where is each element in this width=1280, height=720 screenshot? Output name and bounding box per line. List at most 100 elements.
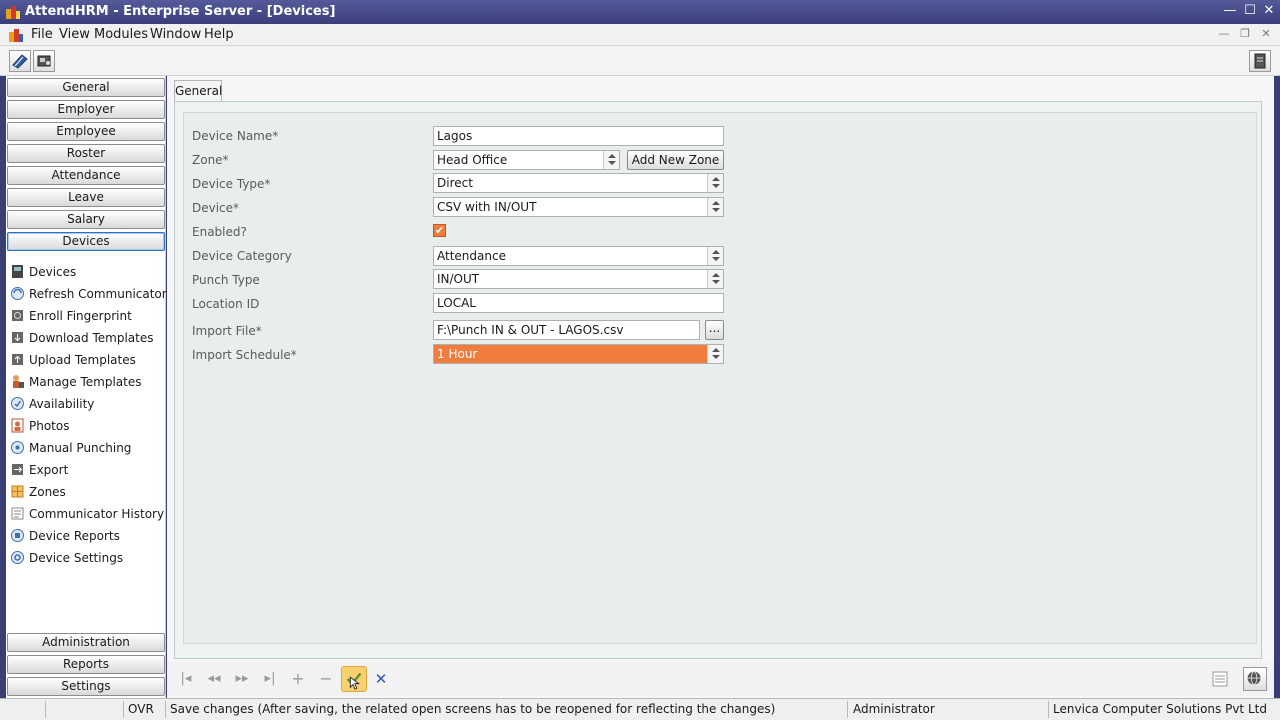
nav-attendance[interactable]: Attendance — [7, 166, 165, 185]
spin-icon[interactable] — [707, 345, 723, 363]
spin-icon[interactable] — [603, 151, 619, 169]
device-name-input[interactable]: Lagos — [433, 126, 724, 146]
mdi-close-icon[interactable]: ✕ — [1259, 27, 1273, 41]
browse-button[interactable]: ... — [705, 320, 724, 340]
left-navigation: General Employer Employee Roster Attenda… — [6, 76, 167, 698]
status-cell-empty-1 — [0, 701, 46, 718]
device-type-select[interactable]: Direct — [433, 173, 724, 193]
status-cell-empty-2 — [46, 701, 124, 718]
spin-icon[interactable] — [707, 247, 723, 265]
manage-templates-icon — [13, 375, 24, 388]
link-label: Photos — [29, 419, 70, 433]
link-devices[interactable]: Devices — [10, 262, 165, 282]
link-manage-templates[interactable]: Manage Templates — [10, 372, 165, 392]
link-zones[interactable]: Zones — [10, 482, 165, 502]
device-toolbar-icon[interactable] — [33, 50, 55, 72]
globe-icon[interactable] — [1243, 667, 1267, 691]
link-download-templates[interactable]: Download Templates — [10, 328, 165, 348]
import-file-input[interactable]: F:\Punch IN & OUT - LAGOS.csv — [433, 320, 700, 340]
spin-icon[interactable] — [707, 270, 723, 288]
menu-file[interactable]: File — [31, 27, 53, 42]
link-upload-templates[interactable]: Upload Templates — [10, 350, 165, 370]
import-schedule-select[interactable]: 1 Hour — [433, 344, 724, 364]
nav-employer[interactable]: Employer — [7, 100, 165, 119]
add-new-zone-button[interactable]: Add New Zone — [627, 150, 724, 170]
main-toolbar — [0, 46, 1280, 76]
punch-type-value: IN/OUT — [437, 272, 480, 286]
report-icon — [11, 529, 24, 542]
list-view-icon[interactable] — [1211, 670, 1229, 688]
link-label: Enroll Fingerprint — [29, 309, 132, 323]
last-record-icon[interactable]: ▸| — [261, 670, 279, 688]
nav-roster[interactable]: Roster — [7, 144, 165, 163]
device-name-label: Device Name* — [192, 129, 279, 143]
link-export[interactable]: Export — [10, 460, 165, 480]
add-icon[interactable]: + — [289, 670, 307, 688]
device-category-value: Attendance — [437, 249, 506, 263]
menu-window[interactable]: Window — [150, 27, 201, 42]
device-type-label: Device Type* — [192, 177, 271, 191]
device-type-value: Direct — [437, 176, 473, 190]
device-label: Device* — [192, 201, 240, 215]
mdi-restore-icon[interactable]: ❐ — [1238, 27, 1252, 41]
nav-salary[interactable]: Salary — [7, 210, 165, 229]
location-id-input[interactable]: LOCAL — [433, 293, 724, 313]
nav-employee[interactable]: Employee — [7, 122, 165, 141]
nav-devices[interactable]: Devices — [7, 232, 165, 251]
device-category-label: Device Category — [192, 249, 292, 263]
first-record-icon[interactable]: |◂ — [177, 670, 195, 688]
book-icon[interactable] — [9, 50, 31, 72]
status-mode: OVR — [124, 701, 166, 718]
spin-icon[interactable] — [707, 174, 723, 192]
link-label: Upload Templates — [29, 353, 136, 367]
minimize-icon[interactable]: — — [1222, 3, 1238, 19]
nav-reports[interactable]: Reports — [7, 655, 165, 674]
nav-administration[interactable]: Administration — [7, 633, 165, 652]
cancel-icon[interactable]: ✕ — [372, 670, 390, 688]
tab-general[interactable]: General — [174, 80, 222, 102]
link-label: Export — [29, 463, 69, 477]
export-icon — [12, 464, 23, 475]
notes-icon[interactable] — [1249, 50, 1271, 72]
form-inner: Device Name* Lagos Zone* Head Office Add… — [183, 112, 1257, 644]
zone-value: Head Office — [437, 153, 508, 167]
link-label: Download Templates — [29, 331, 154, 345]
nav-settings[interactable]: Settings — [7, 677, 165, 696]
prev-page-icon[interactable]: ◂◂ — [205, 670, 223, 688]
punch-type-select[interactable]: IN/OUT — [433, 269, 724, 289]
mdi-minimize-icon[interactable]: — — [1217, 27, 1231, 41]
delete-icon[interactable]: − — [317, 670, 335, 688]
menu-help[interactable]: Help — [204, 27, 234, 42]
next-page-icon[interactable]: ▸▸ — [233, 670, 251, 688]
link-refresh-communicator[interactable]: Refresh Communicator — [10, 284, 167, 304]
save-button[interactable] — [341, 666, 367, 692]
close-icon[interactable]: ✕ — [1261, 3, 1277, 19]
link-communicator-history[interactable]: Communicator History — [10, 504, 165, 524]
zone-select[interactable]: Head Office — [433, 150, 620, 170]
form-panel: Device Name* Lagos Zone* Head Office Add… — [174, 101, 1262, 659]
upload-icon — [12, 354, 23, 365]
enabled-checkbox[interactable]: ✔ — [433, 224, 446, 237]
link-device-settings[interactable]: Device Settings — [10, 548, 165, 568]
nav-general[interactable]: General — [7, 78, 165, 97]
link-label: Zones — [29, 485, 66, 499]
status-company: Lenvica Computer Solutions Pvt Ltd — [1053, 702, 1267, 716]
maximize-icon[interactable]: ☐ — [1242, 3, 1258, 19]
spin-icon[interactable] — [707, 198, 723, 216]
link-availability[interactable]: Availability — [10, 394, 165, 414]
nav-leave[interactable]: Leave — [7, 188, 165, 207]
link-manual-punching[interactable]: Manual Punching — [10, 438, 165, 458]
menu-modules[interactable]: Modules — [94, 27, 148, 42]
punch-type-label: Punch Type — [192, 273, 260, 287]
app-menu-icon[interactable] — [9, 28, 23, 42]
link-photos[interactable]: Photos — [10, 416, 165, 436]
zones-icon — [11, 485, 24, 498]
menu-view[interactable]: View — [59, 27, 90, 42]
device-select[interactable]: CSV with IN/OUT — [433, 197, 724, 217]
content-area: General Device Name* Lagos Zone* Head Of… — [167, 76, 1274, 698]
link-device-reports[interactable]: Device Reports — [10, 526, 165, 546]
status-message: Save changes (After saving, the related … — [166, 701, 848, 718]
link-enroll-fingerprint[interactable]: Enroll Fingerprint — [10, 306, 165, 326]
save-check-icon — [346, 672, 362, 690]
device-category-select[interactable]: Attendance — [433, 246, 724, 266]
